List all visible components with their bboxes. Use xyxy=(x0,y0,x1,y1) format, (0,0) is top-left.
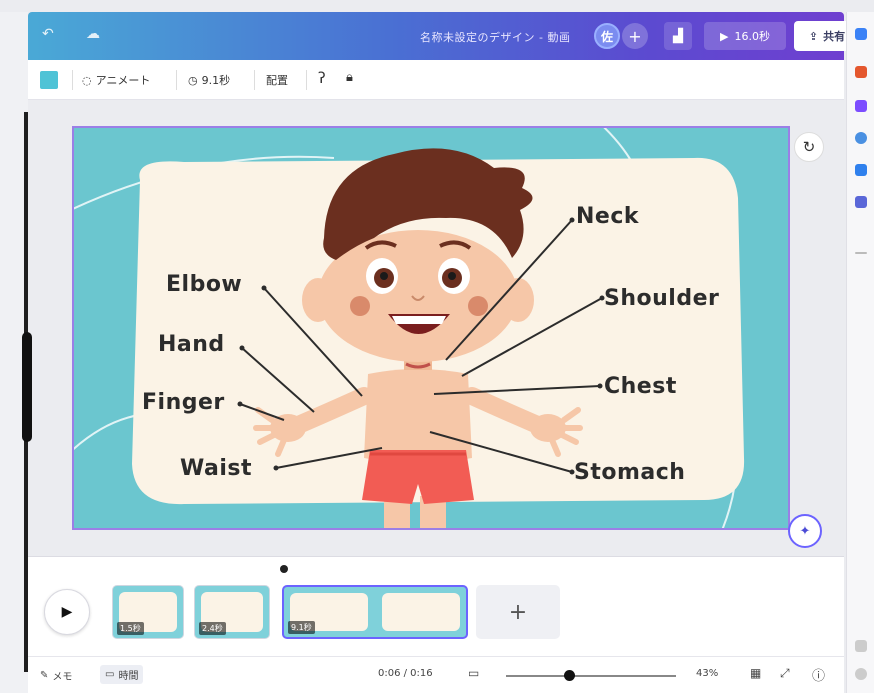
lock-button[interactable]: 🔒︎ xyxy=(346,70,353,85)
panel-icon[interactable] xyxy=(855,640,867,652)
timing-label: 時間 xyxy=(118,671,139,682)
cloud-saved-icon[interactable]: ☁ xyxy=(86,26,100,42)
globe-icon[interactable] xyxy=(855,132,867,144)
undo-icon[interactable]: ↶ xyxy=(42,26,54,42)
upload-icon: ⇪ xyxy=(808,29,819,43)
add-page-button[interactable]: + xyxy=(476,585,560,639)
label-shoulder[interactable]: Shoulder xyxy=(604,286,719,311)
thumbnail-preview xyxy=(382,593,460,631)
animate-label: アニメート xyxy=(95,74,151,87)
refresh-button[interactable]: ↻ xyxy=(794,132,824,162)
slide-canvas[interactable]: Neck Elbow Shoulder Hand Finger Chest Wa… xyxy=(72,126,790,530)
help-icon[interactable]: ⓘ xyxy=(812,665,825,684)
timing-button[interactable]: ▭ 時間 xyxy=(100,665,144,684)
person-icon[interactable] xyxy=(855,100,867,112)
play-icon: ▶ xyxy=(720,29,729,43)
grid-view-icon[interactable]: ▦ xyxy=(750,666,761,680)
refresh-icon: ↻ xyxy=(802,138,816,156)
cloud-icon[interactable] xyxy=(855,164,867,176)
notes-label: メモ xyxy=(52,672,73,683)
send-icon[interactable] xyxy=(855,196,867,208)
notes-button[interactable]: ✎ メモ xyxy=(40,668,72,683)
zoom-slider-handle[interactable] xyxy=(564,670,575,681)
label-finger[interactable]: Finger xyxy=(142,390,225,415)
present-duration: 16.0秒 xyxy=(734,30,770,43)
zoom-slider-track[interactable] xyxy=(506,675,676,677)
screen-icon[interactable]: ▭ xyxy=(468,666,479,680)
avatar[interactable]: 佐 xyxy=(594,23,620,49)
label-chest[interactable]: Chest xyxy=(604,374,677,399)
divider xyxy=(306,70,307,90)
diamond-icon[interactable] xyxy=(855,28,867,40)
label-stomach[interactable]: Stomach xyxy=(574,460,685,485)
bottom-status-bar: ✎ メモ ▭ 時間 0:06 / 0:16 ▭ 43% ▦ ⤢ ⓘ xyxy=(28,656,844,693)
notes-icon: ✎ xyxy=(40,670,49,681)
magic-assist-button[interactable]: ✦ xyxy=(788,514,822,548)
timeline-play-button[interactable]: ▶ xyxy=(44,589,90,635)
page-duration: 2.4秒 xyxy=(199,622,226,635)
clock-icon: ◷ xyxy=(188,73,198,87)
share-label: 共有 xyxy=(823,30,846,43)
animate-icon: ◌ xyxy=(82,73,92,87)
page-thumbnail-selected[interactable]: 9.1秒 xyxy=(282,585,468,639)
divider xyxy=(72,70,73,90)
label-elbow[interactable]: Elbow xyxy=(166,272,242,297)
settings-icon[interactable] xyxy=(855,668,867,680)
left-panel-edge xyxy=(0,12,32,693)
add-app-icon[interactable] xyxy=(855,252,867,254)
top-header-bar: ↶ ☁ 名称未設定のデザイン - 動画 佐 + ▟ ▶ 16.0秒 ⇪ 共有 xyxy=(28,12,860,60)
page-duration: 9.1秒 xyxy=(288,621,315,634)
label-neck[interactable]: Neck xyxy=(576,204,639,229)
time-readout: 0:06 / 0:16 xyxy=(378,668,433,679)
invite-button[interactable]: + xyxy=(622,23,648,49)
page-thumbnail[interactable]: 1.5秒 xyxy=(112,585,184,639)
plus-icon: + xyxy=(628,26,642,46)
element-toolbar: ◌ アニメート ◷ 9.1秒 配置 ʔ 🔒︎ xyxy=(28,60,844,100)
paint-roller-icon: ʔ xyxy=(318,69,326,87)
position-button[interactable]: 配置 xyxy=(266,72,288,88)
label-waist[interactable]: Waist xyxy=(180,456,252,481)
style-paint-button[interactable]: ʔ xyxy=(318,69,326,87)
animate-button[interactable]: ◌ アニメート xyxy=(82,72,150,88)
fullscreen-icon[interactable]: ⤢ xyxy=(780,666,790,681)
duration-button[interactable]: ◷ 9.1秒 xyxy=(188,72,230,88)
page-thumbnail[interactable]: 2.4秒 xyxy=(194,585,270,639)
panel-collapse-handle[interactable] xyxy=(22,332,32,442)
present-button[interactable]: ▶ 16.0秒 xyxy=(704,22,786,50)
playhead-marker[interactable] xyxy=(280,565,288,573)
editor-app: ↶ ☁ 名称未設定のデザイン - 動画 佐 + ▟ ▶ 16.0秒 ⇪ 共有 ◌… xyxy=(0,0,874,693)
divider xyxy=(176,70,177,90)
briefcase-icon[interactable] xyxy=(855,66,867,78)
background-color-swatch[interactable] xyxy=(40,71,58,89)
duration-label: 9.1秒 xyxy=(201,74,231,87)
label-hand[interactable]: Hand xyxy=(158,332,225,357)
plus-icon: + xyxy=(508,599,528,625)
film-icon: ▭ xyxy=(105,669,115,680)
insights-button[interactable]: ▟ xyxy=(664,22,692,50)
position-label: 配置 xyxy=(266,74,288,87)
timeline-panel: ▶ 1.5秒 2.4秒 9.1秒 + xyxy=(28,556,844,656)
play-icon: ▶ xyxy=(61,604,73,620)
chart-icon: ▟ xyxy=(673,28,683,44)
divider xyxy=(254,70,255,90)
page-duration: 1.5秒 xyxy=(117,622,144,635)
right-app-rail xyxy=(846,12,874,693)
document-title[interactable]: 名称未設定のデザイン - 動画 xyxy=(420,29,570,45)
lock-icon: 🔒︎ xyxy=(346,70,353,85)
zoom-percent[interactable]: 43% xyxy=(696,668,718,679)
sparkle-icon: ✦ xyxy=(799,523,811,539)
